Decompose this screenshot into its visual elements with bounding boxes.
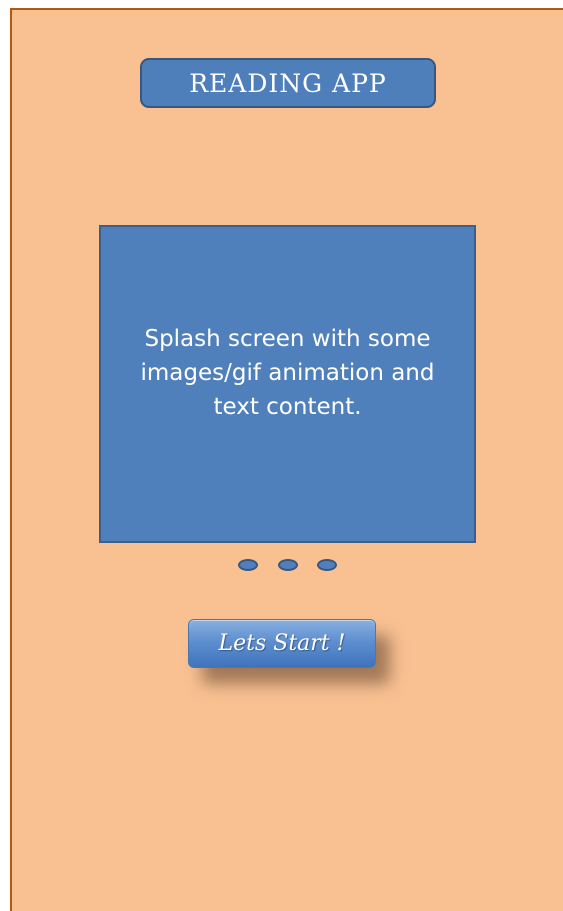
app-screen: READING APP Splash screen with some imag… (10, 8, 563, 911)
app-title-banner: READING APP (140, 58, 436, 108)
lets-start-button[interactable]: Lets Start ! (188, 619, 376, 668)
page-dot[interactable] (278, 559, 298, 571)
page-indicator (236, 558, 346, 574)
splash-description: Splash screen with some images/gif anima… (140, 326, 435, 420)
splash-content-panel: Splash screen with some images/gif anima… (99, 225, 476, 543)
app-title: READING APP (189, 68, 387, 98)
page-dot[interactable] (238, 559, 258, 571)
page-dot[interactable] (317, 559, 337, 571)
start-button-label: Lets Start ! (218, 631, 346, 656)
